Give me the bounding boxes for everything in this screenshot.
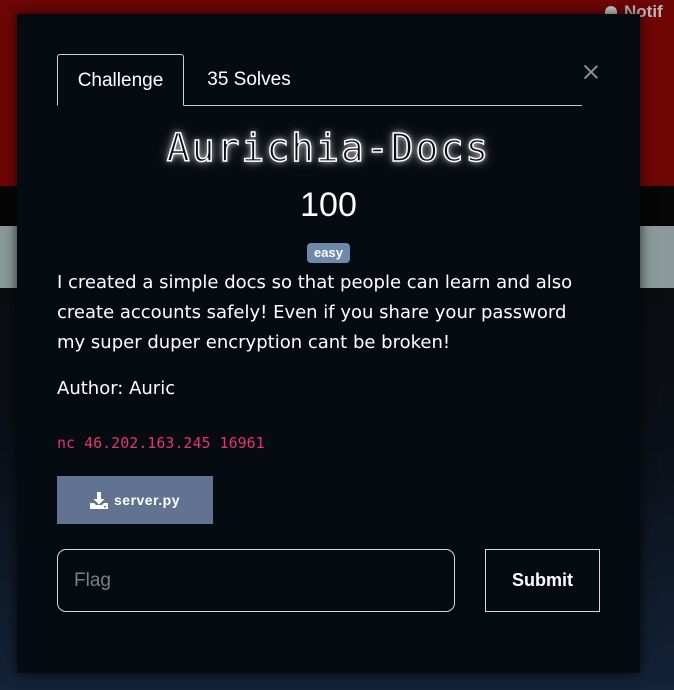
challenge-modal: Challenge 35 Solves Aurichia-Docs 100 ea… xyxy=(17,14,640,673)
flag-input[interactable] xyxy=(57,549,455,612)
challenge-points: 100 xyxy=(300,186,357,224)
download-file-button[interactable]: server.py xyxy=(57,476,213,524)
challenge-title: Aurichia-Docs xyxy=(166,125,491,171)
submit-button[interactable]: Submit xyxy=(485,549,600,612)
close-icon[interactable] xyxy=(583,64,599,80)
challenge-author: Author: Auric xyxy=(57,378,176,399)
tab-challenge[interactable]: Challenge xyxy=(57,54,184,106)
modal-tabs: Challenge 35 Solves xyxy=(57,54,582,106)
challenge-description: I created a simple docs so that people c… xyxy=(57,272,573,353)
tab-solves[interactable]: 35 Solves xyxy=(189,54,309,104)
difficulty-badge: easy xyxy=(307,243,350,263)
connection-command: nc 46.202.163.245 16961 xyxy=(57,434,265,452)
download-file-label: server.py xyxy=(114,492,180,508)
download-icon xyxy=(90,491,108,509)
